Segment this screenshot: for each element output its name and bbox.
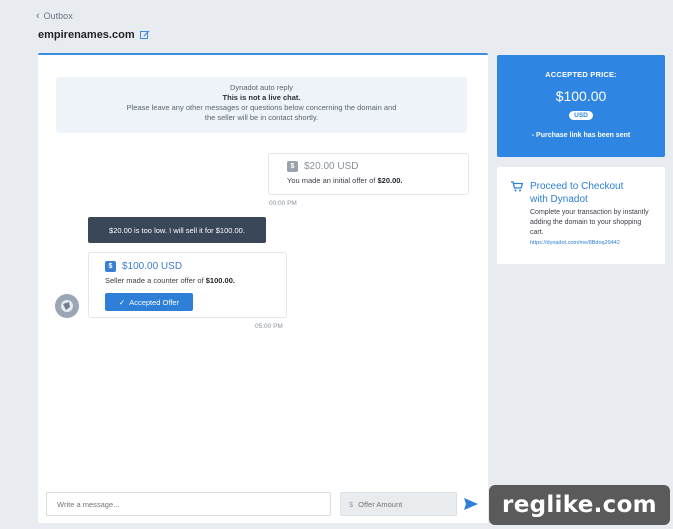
purchase-status: - Purchase link has been sent xyxy=(531,132,631,139)
chat-panel: Dynadot auto reply This is not a live ch… xyxy=(38,53,488,523)
back-link[interactable]: ‹ Outbox xyxy=(36,9,73,22)
checkout-panel: Proceed to Checkout with Dynadot Complet… xyxy=(497,167,665,264)
auto-reply-title: Dynadot auto reply xyxy=(230,83,293,92)
auto-reply-body-1: Please leave any other messages or quest… xyxy=(126,103,397,112)
message-input[interactable] xyxy=(46,492,331,516)
checkout-url[interactable]: https://dynadot.com/me/8Bdnq29442 xyxy=(530,240,665,246)
dollar-tag-icon: $ xyxy=(287,161,298,172)
auto-reply-box: Dynadot auto reply This is not a live ch… xyxy=(56,77,467,133)
send-icon[interactable] xyxy=(463,496,479,512)
back-label: Outbox xyxy=(43,11,73,21)
dollar-tag-icon: $ xyxy=(105,261,116,272)
currency-symbol: $ xyxy=(349,499,354,509)
counter-offer-text: Seller made a counter offer of $100.00. xyxy=(105,276,235,285)
accepted-offer-label: Accepted Offer xyxy=(129,297,180,307)
offer-amount-input[interactable] xyxy=(358,499,449,509)
buyer-offer-time: 00:00 PM xyxy=(269,200,297,207)
buyer-offer-text: You made an initial offer of $20.00. xyxy=(287,176,403,185)
counter-offer-time: 05:00 PM xyxy=(255,323,283,330)
accepted-price-amount: $100.00 xyxy=(555,88,607,104)
domain-name: empirenames.com xyxy=(38,29,135,41)
auto-reply-notice: This is not a live chat. xyxy=(222,93,301,102)
avatar-icon xyxy=(55,294,79,318)
edit-icon[interactable] xyxy=(139,30,150,40)
accepted-price-label: ACCEPTED PRICE: xyxy=(545,70,617,79)
chevron-left-icon: ‹ xyxy=(36,9,40,22)
buyer-offer-card: $ $20.00 USD You made an initial offer o… xyxy=(268,153,469,195)
counter-offer-price: $100.00 USD xyxy=(122,261,183,272)
proceed-to-checkout-link[interactable]: Proceed to Checkout with Dynadot xyxy=(530,180,623,206)
page-title: empirenames.com xyxy=(38,29,150,41)
accepted-price-panel: ACCEPTED PRICE: $100.00 USD - Purchase l… xyxy=(497,55,665,157)
cart-icon[interactable] xyxy=(511,181,523,192)
auto-reply-body-2: the seller will be in contact shortly. xyxy=(204,113,319,122)
buyer-offer-price: $20.00 USD xyxy=(304,161,359,172)
watermark-logo: reglike.com xyxy=(489,485,670,525)
check-icon: ✓ xyxy=(118,297,126,307)
checkout-description: Complete your transaction by instantly a… xyxy=(530,209,649,236)
currency-badge: USD xyxy=(569,111,593,120)
counter-offer-card: $ $100.00 USD Seller made a counter offe… xyxy=(88,252,287,318)
accepted-offer-button[interactable]: ✓ Accepted Offer xyxy=(105,293,193,311)
seller-message: $20.00 is too low. I will sell it for $1… xyxy=(88,217,266,243)
offer-amount-field[interactable]: $ xyxy=(340,492,457,516)
